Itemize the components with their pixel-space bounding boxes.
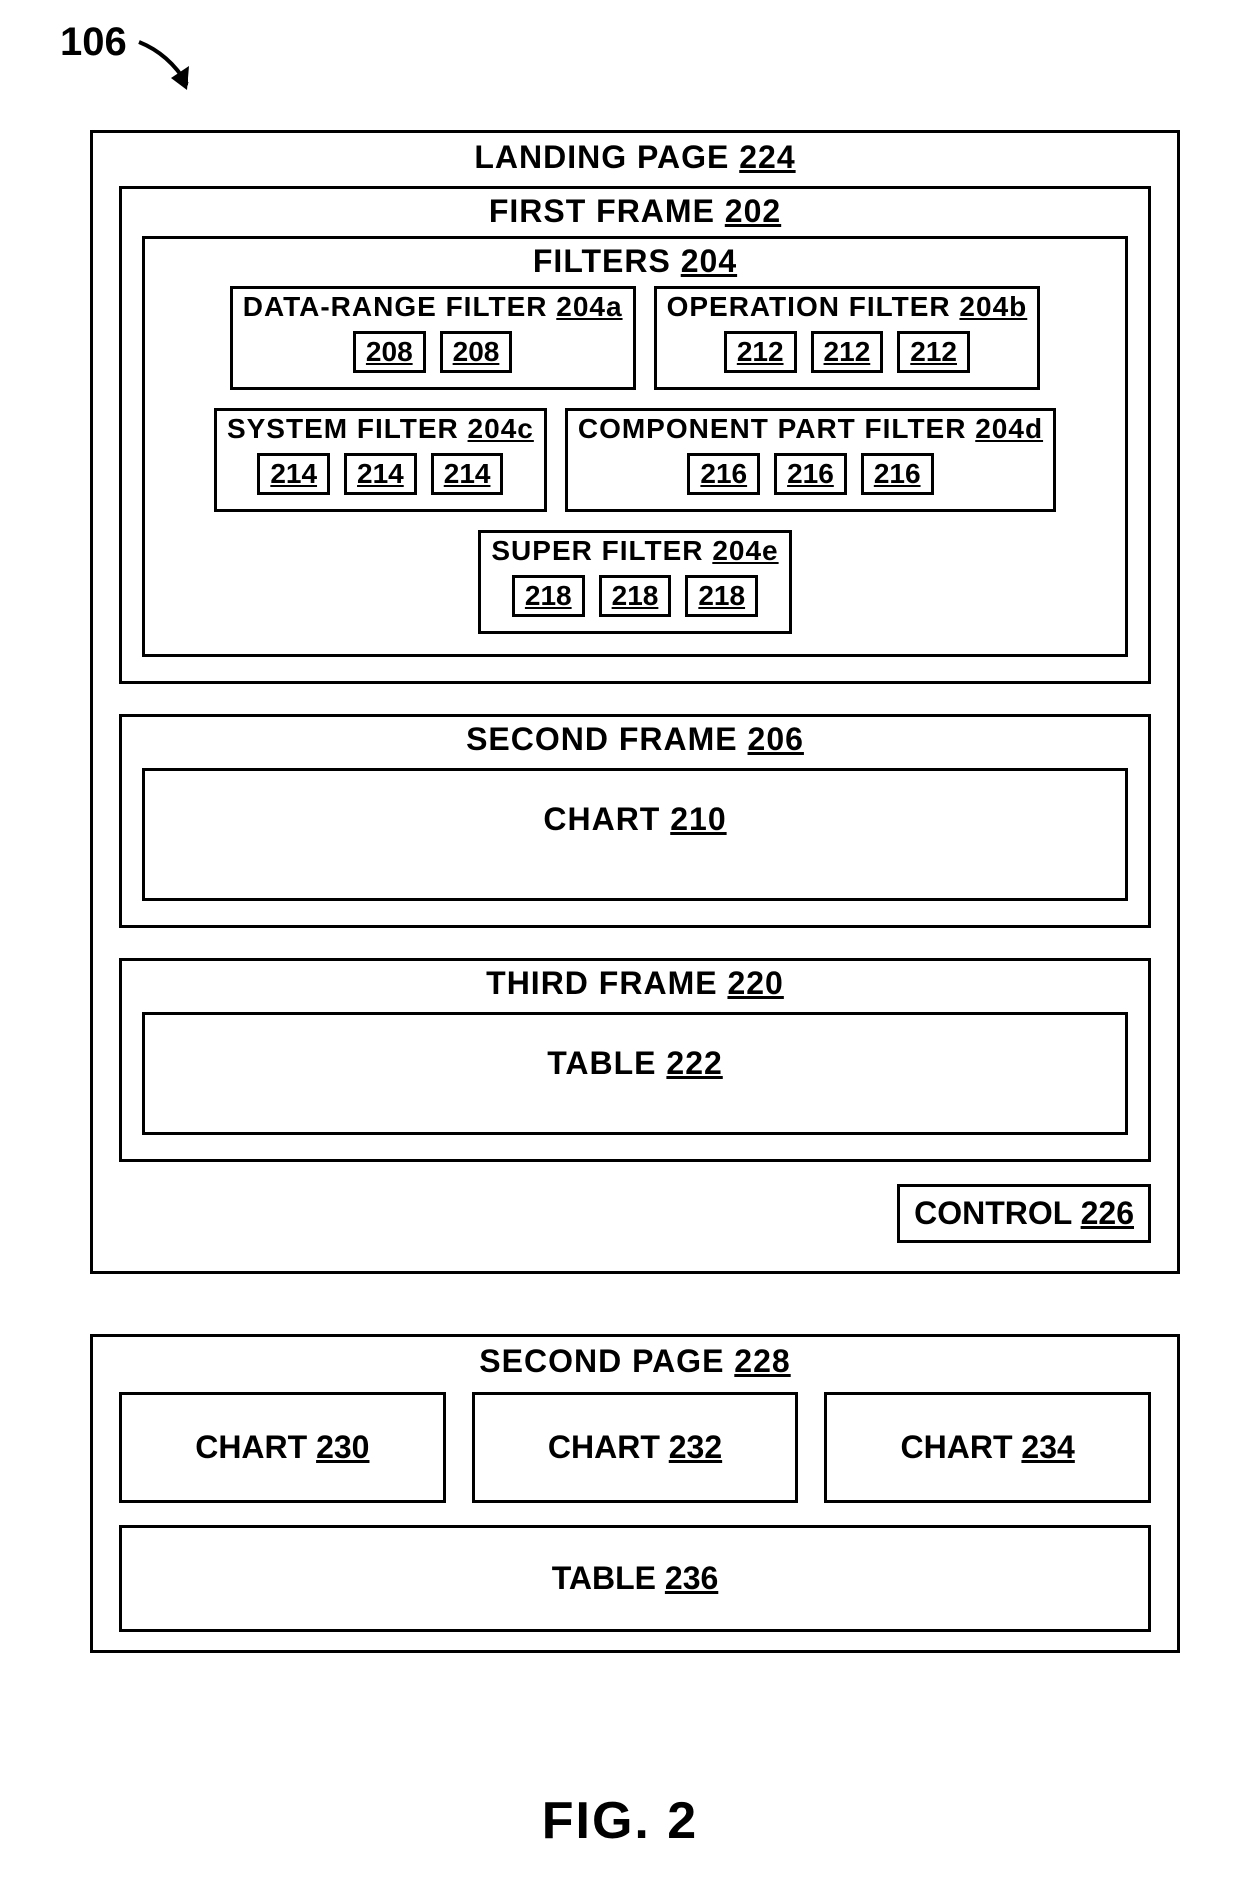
first-frame-title: FIRST FRAME 202 xyxy=(142,193,1128,230)
third-frame: THIRD FRAME 220 TABLE 222 xyxy=(119,958,1151,1162)
callout-ref: 106 xyxy=(60,20,127,65)
second-frame: SECOND FRAME 206 CHART 210 xyxy=(119,714,1151,928)
filter-system-title: SYSTEM FILTER 204c xyxy=(227,413,534,445)
filter-token[interactable]: 214 xyxy=(431,453,504,495)
callout-106: 106 xyxy=(60,20,211,106)
filter-token[interactable]: 214 xyxy=(344,453,417,495)
filter-token[interactable]: 212 xyxy=(897,331,970,373)
filter-token[interactable]: 212 xyxy=(811,331,884,373)
filter-data-range: DATA-RANGE FILTER 204a 208 208 xyxy=(230,286,636,390)
arrow-icon xyxy=(131,36,211,106)
figure-caption: FIG. 2 xyxy=(0,1791,1240,1851)
filter-system: SYSTEM FILTER 204c 214 214 214 xyxy=(214,408,547,512)
filter-token[interactable]: 208 xyxy=(440,331,513,373)
second-frame-title: SECOND FRAME 206 xyxy=(142,721,1128,758)
table-box-222: TABLE 222 xyxy=(142,1012,1128,1135)
filter-operation-title: OPERATION FILTER 204b xyxy=(667,291,1028,323)
filter-token[interactable]: 216 xyxy=(861,453,934,495)
landing-page-title: LANDING PAGE 224 xyxy=(119,139,1151,176)
filter-token[interactable]: 218 xyxy=(685,575,758,617)
first-frame: FIRST FRAME 202 FILTERS 204 DATA-RANGE F… xyxy=(119,186,1151,684)
filter-super-title: SUPER FILTER 204e xyxy=(491,535,778,567)
filter-operation: OPERATION FILTER 204b 212 212 212 xyxy=(654,286,1041,390)
chart-230: CHART 230 xyxy=(119,1392,446,1503)
chart-box-210: CHART 210 xyxy=(142,768,1128,901)
filter-component-part: COMPONENT PART FILTER 204d 216 216 216 xyxy=(565,408,1056,512)
filter-token[interactable]: 208 xyxy=(353,331,426,373)
filters-title: FILTERS 204 xyxy=(159,243,1111,280)
filter-token[interactable]: 212 xyxy=(724,331,797,373)
filter-token[interactable]: 214 xyxy=(257,453,330,495)
control-button[interactable]: CONTROL 226 xyxy=(897,1184,1151,1243)
filter-super: SUPER FILTER 204e 218 218 218 xyxy=(478,530,791,634)
filter-token[interactable]: 216 xyxy=(774,453,847,495)
table-236: TABLE 236 xyxy=(119,1525,1151,1632)
chart-234: CHART 234 xyxy=(824,1392,1151,1503)
chart-210-title: CHART 210 xyxy=(145,801,1125,838)
filter-token[interactable]: 216 xyxy=(687,453,760,495)
second-page-title: SECOND PAGE 228 xyxy=(119,1343,1151,1380)
table-222-title: TABLE 222 xyxy=(145,1045,1125,1082)
chart-232: CHART 232 xyxy=(472,1392,799,1503)
filters-container: FILTERS 204 DATA-RANGE FILTER 204a 208 2… xyxy=(142,236,1128,657)
third-frame-title: THIRD FRAME 220 xyxy=(142,965,1128,1002)
filter-token[interactable]: 218 xyxy=(599,575,672,617)
second-page: SECOND PAGE 228 CHART 230 CHART 232 CHAR… xyxy=(90,1334,1180,1653)
filter-token[interactable]: 218 xyxy=(512,575,585,617)
filter-component-part-title: COMPONENT PART FILTER 204d xyxy=(578,413,1043,445)
landing-page: LANDING PAGE 224 FIRST FRAME 202 FILTERS… xyxy=(90,130,1180,1274)
filter-data-range-title: DATA-RANGE FILTER 204a xyxy=(243,291,623,323)
